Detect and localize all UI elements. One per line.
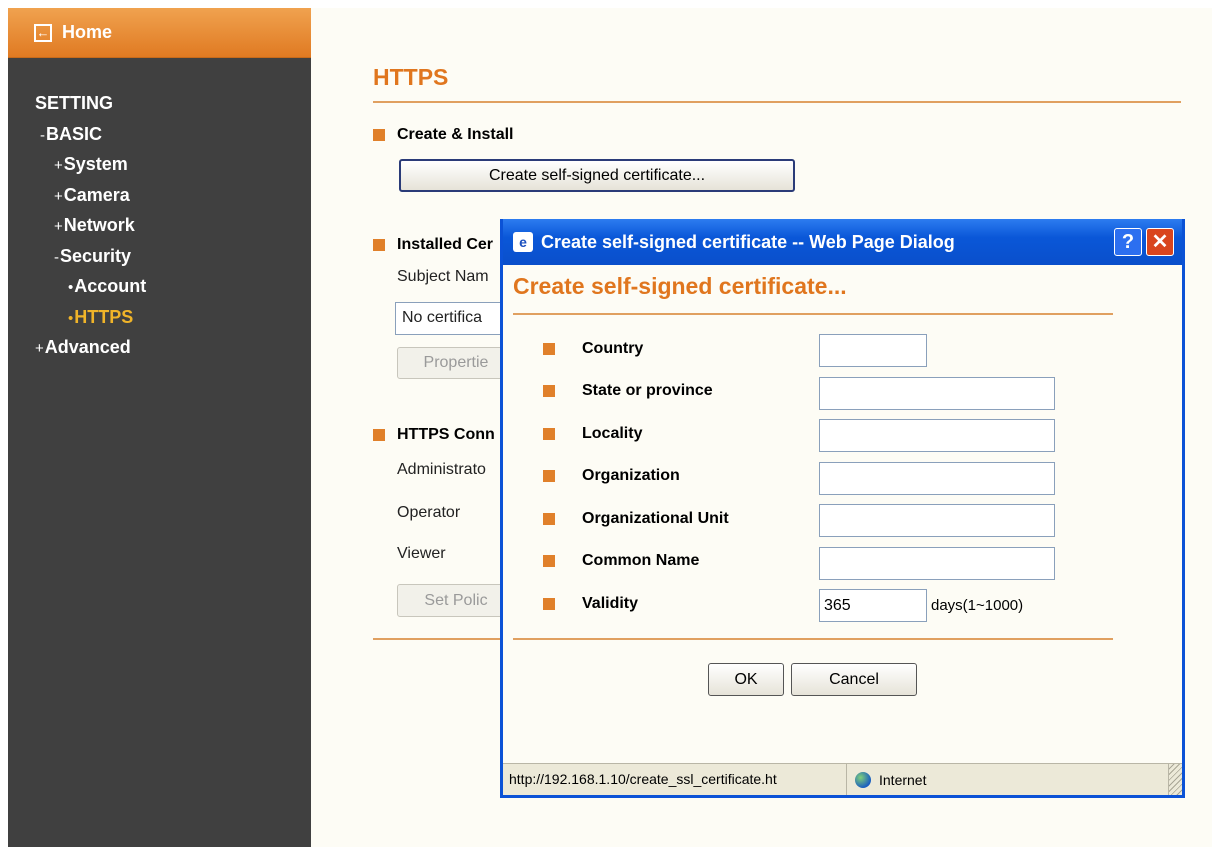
home-arrow-icon: ←: [34, 23, 52, 42]
section-bullet-icon: [373, 129, 385, 141]
state-input[interactable]: [819, 377, 1055, 410]
administrator-label: Administrato: [397, 461, 486, 478]
nav-label: HTTPS: [74, 306, 134, 327]
collapse-icon: -: [54, 248, 59, 266]
validity-label: Validity: [543, 595, 638, 613]
nav-item-https[interactable]: •HTTPS: [8, 302, 311, 333]
validity-input[interactable]: [819, 589, 927, 622]
expand-icon: +: [54, 218, 63, 235]
field-label: Organization: [582, 467, 680, 484]
country-input[interactable]: [819, 334, 927, 367]
settings-nav: SETTING -BASIC +System +Camera +Network …: [8, 58, 311, 363]
field-label: Common Name: [582, 552, 700, 569]
expand-icon: +: [54, 157, 63, 174]
dialog-window-title: Create self-signed certificate -- Web Pa…: [541, 231, 955, 252]
field-bullet-icon: [543, 470, 555, 482]
common-name-label: Common Name: [543, 552, 699, 570]
collapse-icon: -: [40, 126, 45, 144]
section-heading: HTTPS Conn: [397, 426, 495, 443]
field-bullet-icon: [543, 598, 555, 610]
title-divider: [373, 101, 1181, 103]
subject-name-label: Subject Nam: [397, 268, 489, 285]
cancel-button[interactable]: Cancel: [791, 663, 917, 696]
create-certificate-button[interactable]: Create self-signed certificate...: [399, 159, 795, 192]
dialog-top-divider: [513, 313, 1113, 315]
field-bullet-icon: [543, 343, 555, 355]
organizational-unit-input[interactable]: [819, 504, 1055, 537]
section-bullet-icon: [373, 429, 385, 441]
zone-label: Internet: [879, 771, 927, 788]
dialog-bottom-divider: [513, 638, 1113, 640]
nav-item-advanced[interactable]: +Advanced: [8, 332, 311, 363]
field-label: Organizational Unit: [582, 510, 729, 527]
field-label: Country: [582, 340, 644, 357]
nav-item-network[interactable]: +Network: [8, 210, 311, 241]
nav-label: SETTING: [35, 93, 114, 113]
field-label: Locality: [582, 425, 643, 442]
help-button[interactable]: ?: [1114, 228, 1142, 256]
dialog-statusbar: http://192.168.1.10/create_ssl_certifica…: [503, 763, 1182, 795]
viewer-label: Viewer: [397, 545, 446, 562]
properties-button[interactable]: Propertie: [397, 347, 515, 379]
field-label: State or province: [582, 382, 713, 399]
nav-item-basic[interactable]: -BASIC: [8, 119, 311, 150]
nav-label: BASIC: [46, 123, 103, 144]
locality-label: Locality: [543, 425, 642, 443]
validity-range-hint: days(1~1000): [931, 597, 1024, 614]
section-heading: Create & Install: [397, 126, 514, 143]
operator-label: Operator: [397, 504, 461, 521]
sidebar: ← Home SETTING -BASIC +System +Camera +N…: [8, 8, 311, 847]
bullet-icon: •: [68, 309, 74, 327]
certificate-dialog: e Create self-signed certificate -- Web …: [500, 219, 1185, 798]
organization-input[interactable]: [819, 462, 1055, 495]
home-label: Home: [62, 22, 113, 42]
field-bullet-icon: [543, 513, 555, 525]
nav-item-security[interactable]: -Security: [8, 241, 311, 272]
state-label: State or province: [543, 382, 713, 400]
field-label: Validity: [582, 595, 639, 612]
nav-label: System: [63, 154, 128, 174]
dialog-titlebar[interactable]: e Create self-signed certificate -- Web …: [503, 219, 1182, 265]
expand-icon: +: [35, 340, 44, 357]
nav-label: Camera: [63, 184, 130, 205]
section-heading: Installed Cer: [397, 236, 494, 253]
nav-item-system[interactable]: +System: [8, 149, 311, 180]
dialog-body: Create self-signed certificate... Countr…: [503, 265, 1182, 763]
common-name-input[interactable]: [819, 547, 1055, 580]
ok-button[interactable]: OK: [708, 663, 784, 696]
locality-input[interactable]: [819, 419, 1055, 452]
status-url: http://192.168.1.10/create_ssl_certifica…: [503, 764, 847, 795]
resize-grip-icon[interactable]: [1169, 764, 1182, 795]
nav-label: Network: [63, 215, 135, 235]
section-https-connection: HTTPS Conn: [373, 426, 495, 444]
home-link[interactable]: ← Home: [8, 8, 311, 58]
set-policy-button[interactable]: Set Polic: [397, 584, 515, 617]
field-bullet-icon: [543, 555, 555, 567]
field-bullet-icon: [543, 428, 555, 440]
dialog-heading: Create self-signed certificate...: [513, 273, 847, 299]
nav-label: Account: [74, 276, 147, 296]
nav-label: Advanced: [44, 337, 131, 357]
close-button[interactable]: ✕: [1146, 228, 1174, 256]
country-label: Country: [543, 340, 643, 358]
nav-label: Security: [60, 245, 132, 266]
subject-name-field: No certifica: [395, 302, 515, 335]
nav-item-camera[interactable]: +Camera: [8, 180, 311, 211]
security-zone: Internet: [847, 764, 1169, 795]
organizational-unit-label: Organizational Unit: [543, 510, 729, 528]
nav-setting-heading: SETTING: [8, 88, 311, 119]
page-title: HTTPS: [373, 64, 449, 90]
organization-label: Organization: [543, 467, 680, 485]
section-installed-certificate: Installed Cer: [373, 236, 493, 254]
ie-page-icon: e: [513, 232, 533, 252]
bullet-icon: •: [68, 279, 74, 296]
globe-icon: [855, 771, 871, 788]
section-bullet-icon: [373, 239, 385, 251]
expand-icon: +: [54, 187, 63, 205]
field-bullet-icon: [543, 385, 555, 397]
nav-item-account[interactable]: •Account: [8, 271, 311, 302]
section-create-install: Create & Install: [373, 126, 513, 144]
